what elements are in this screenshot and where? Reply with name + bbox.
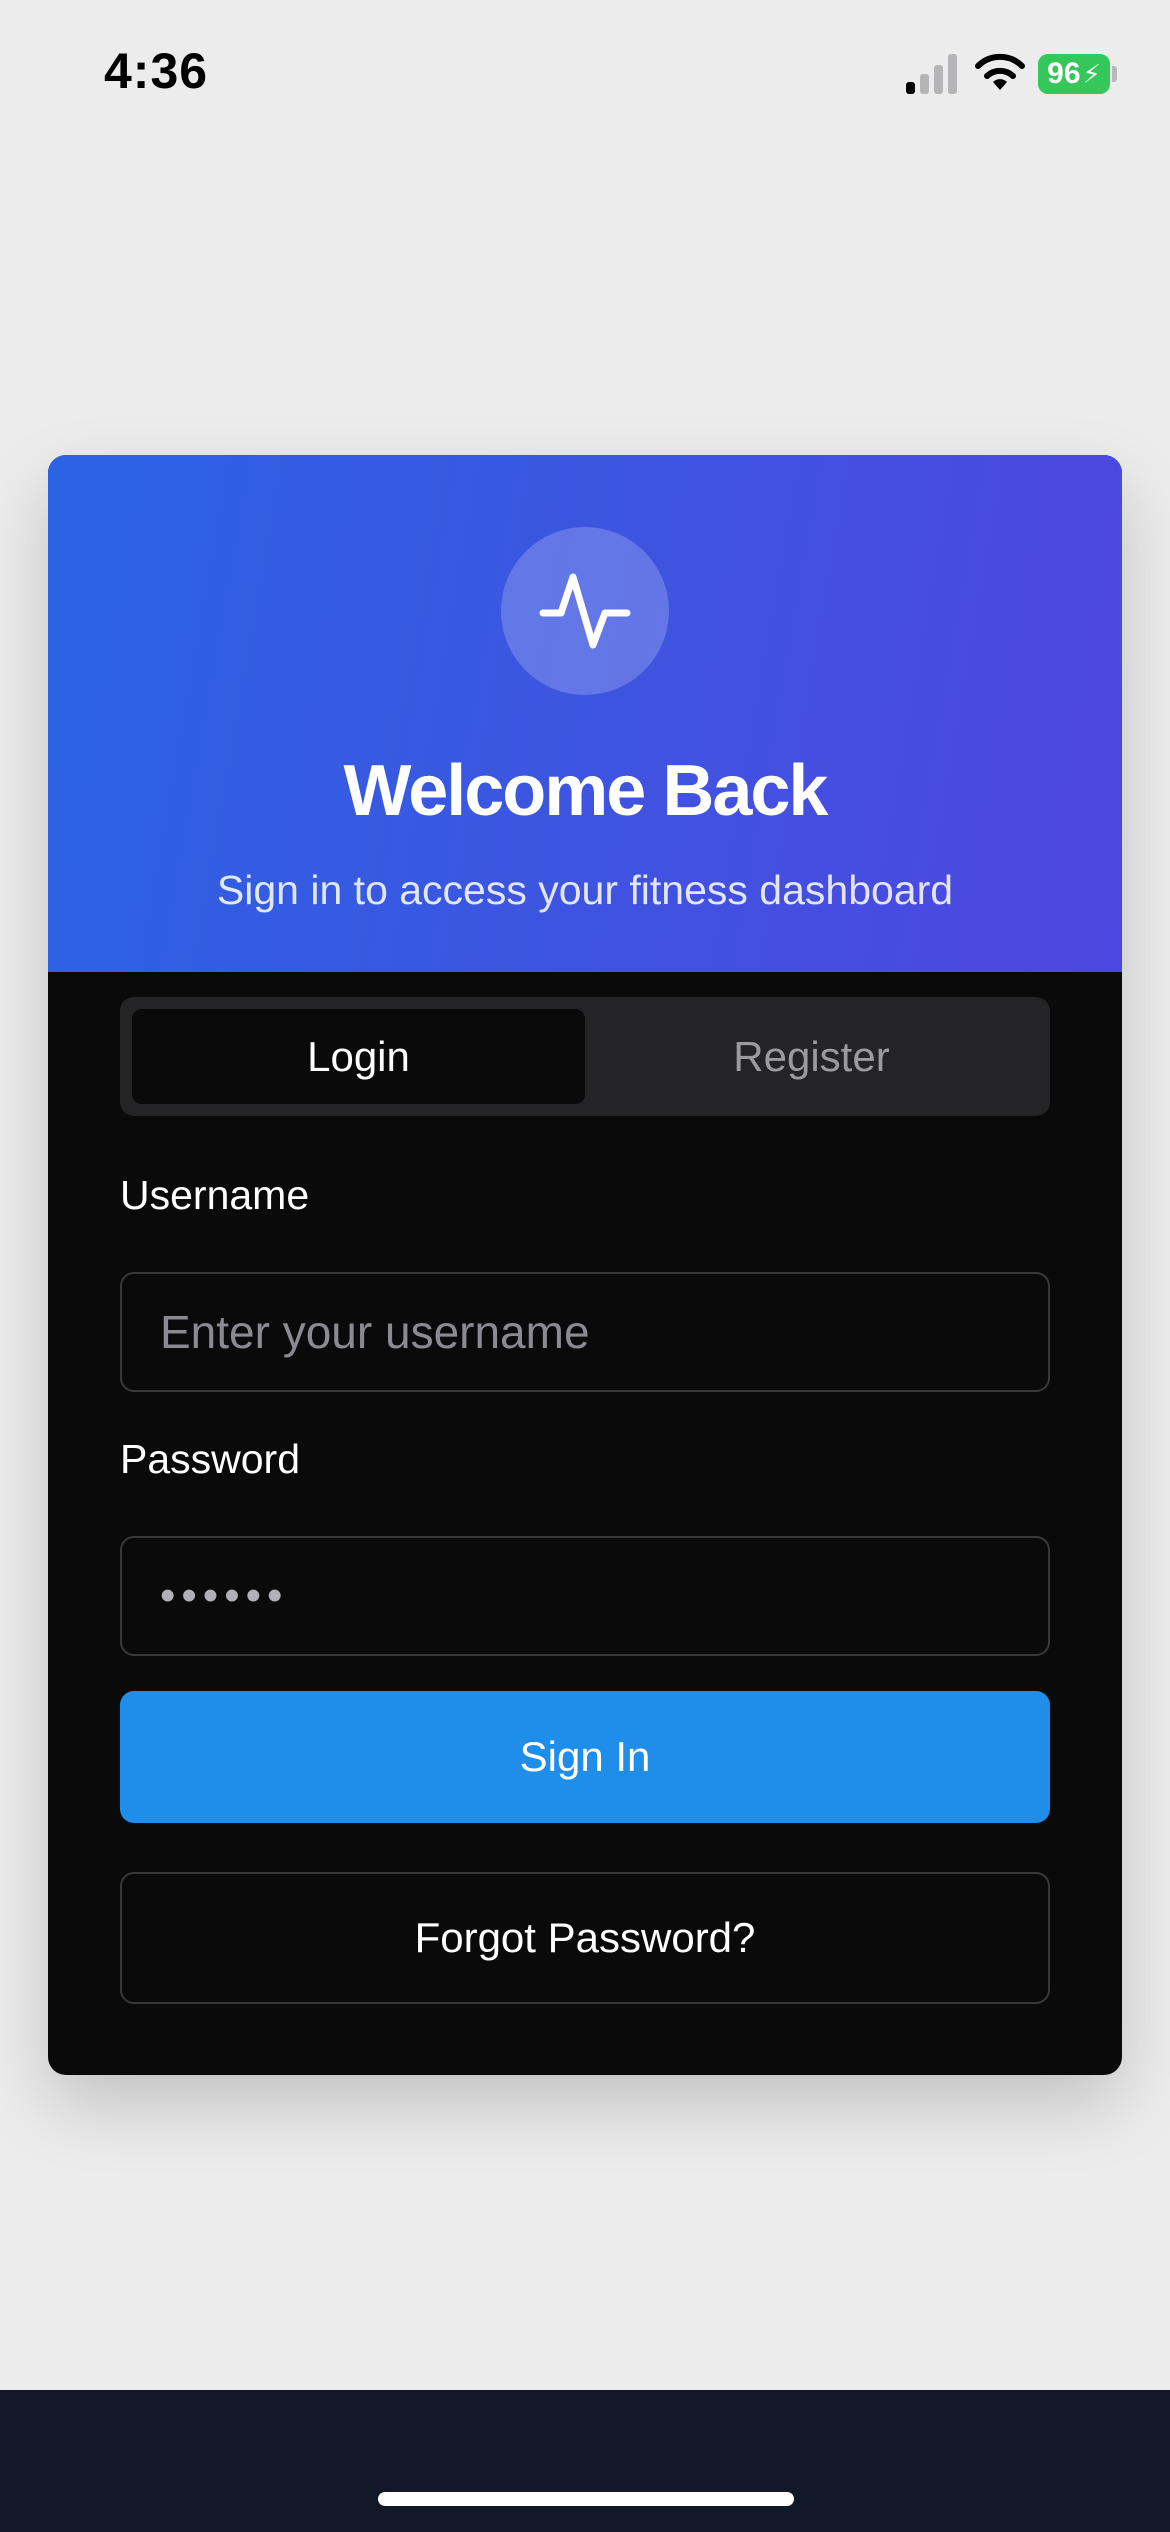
status-bar: 4:36 96 ⚡ bbox=[0, 0, 1170, 150]
battery-charging-icon: 96 ⚡ bbox=[1038, 54, 1110, 94]
battery-cap bbox=[1112, 66, 1117, 82]
password-label: Password bbox=[120, 1436, 301, 1482]
card-header: Welcome Back Sign in to access your fitn… bbox=[48, 455, 1122, 972]
forgot-password-button[interactable]: Forgot Password? bbox=[120, 1872, 1050, 2004]
cellular-signal-icon bbox=[906, 54, 957, 94]
page-title: Welcome Back bbox=[343, 751, 829, 831]
username-field[interactable]: Enter your username bbox=[120, 1272, 1050, 1392]
auth-tabs: Login Register bbox=[120, 997, 1050, 1116]
bolt-icon: ⚡ bbox=[1082, 59, 1101, 89]
home-indicator[interactable] bbox=[378, 2492, 794, 2506]
wifi-icon bbox=[975, 53, 1025, 90]
bottom-bar bbox=[0, 2390, 1170, 2532]
activity-pulse-icon bbox=[539, 573, 631, 649]
login-card: Welcome Back Sign in to access your fitn… bbox=[48, 455, 1122, 2075]
sign-in-button[interactable]: Sign In bbox=[120, 1691, 1050, 1823]
username-label: Username bbox=[120, 1172, 310, 1218]
tab-login[interactable]: Login bbox=[132, 1009, 585, 1104]
password-field[interactable]: •••••• bbox=[120, 1536, 1050, 1656]
logo-badge bbox=[501, 527, 669, 695]
tab-register[interactable]: Register bbox=[585, 1009, 1038, 1104]
battery-level: 96 bbox=[1047, 57, 1081, 90]
page-subtitle: Sign in to access your fitness dashboard bbox=[216, 867, 954, 913]
status-time: 4:36 bbox=[104, 43, 209, 99]
